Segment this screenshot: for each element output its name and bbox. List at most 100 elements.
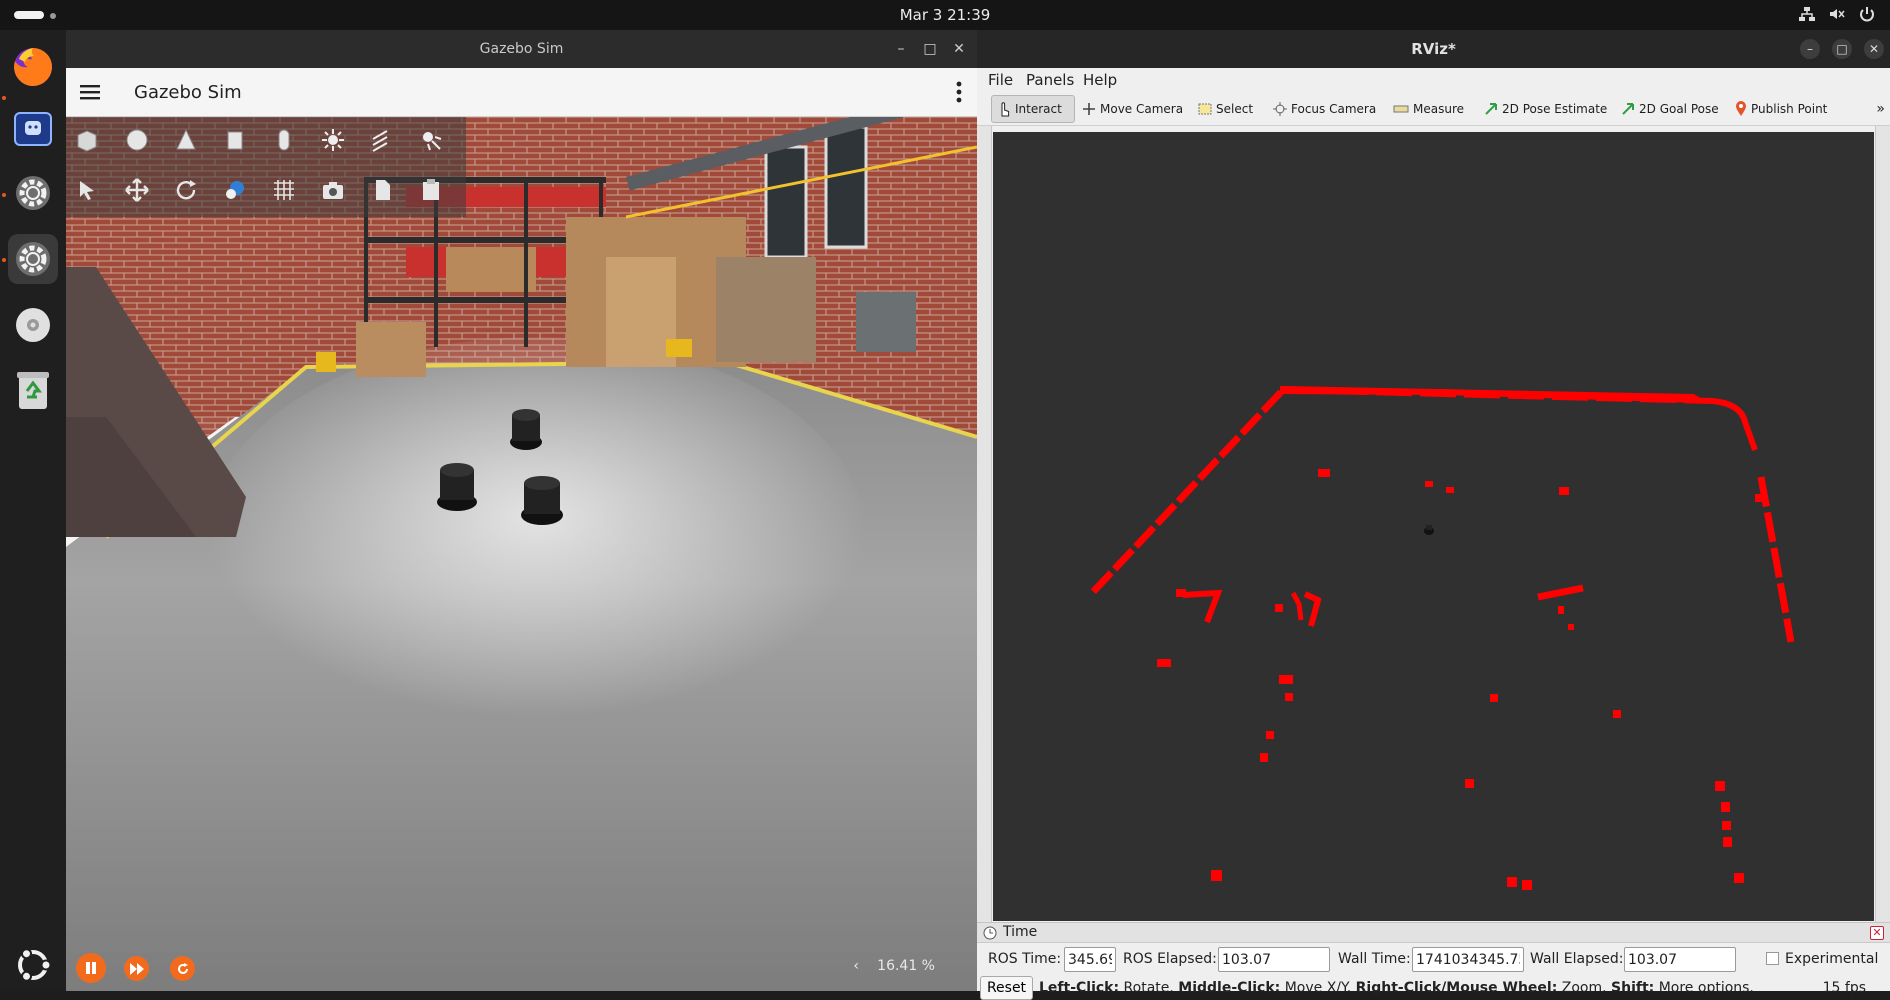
hint-text: Move X/Y. — [1280, 980, 1356, 996]
tool-2d-pose-estimate[interactable]: 2D Pose Estimate — [1479, 95, 1612, 123]
sphere-shape-button[interactable] — [120, 123, 154, 157]
turtlebot-1[interactable] — [510, 409, 542, 450]
fps-counter: 15 fps — [1822, 980, 1866, 996]
wall-elapsed-field[interactable] — [1624, 947, 1736, 972]
trash-launcher[interactable] — [8, 366, 58, 416]
turtlebot-3[interactable] — [521, 476, 563, 525]
select-mode-button[interactable] — [70, 173, 104, 207]
minimize-button[interactable]: – — [1800, 39, 1820, 59]
reset-icon — [177, 962, 188, 974]
cone-shape-button[interactable] — [169, 123, 203, 157]
tool-label: Publish Point — [1751, 102, 1828, 116]
menu-file[interactable]: File — [988, 71, 1013, 89]
spot-light-button[interactable] — [414, 123, 448, 157]
reset-simulation-button[interactable] — [170, 956, 195, 981]
point-light-button[interactable] — [316, 123, 350, 157]
clock[interactable]: Mar 3 21:39 — [0, 0, 1890, 30]
transform-control-button[interactable] — [218, 173, 252, 207]
tool-select[interactable]: Select — [1193, 95, 1258, 123]
paste-button[interactable] — [414, 173, 448, 207]
close-button[interactable]: ✕ — [1864, 39, 1884, 59]
cone-icon — [176, 128, 196, 150]
ros-elapsed-field[interactable] — [1218, 947, 1330, 972]
rviz-menubar: File Panels Help — [977, 68, 1890, 92]
hint-key: Left-Click: — [1039, 980, 1120, 996]
gazebo-3d-scene[interactable]: ‹ 16.41 % — [66, 117, 977, 991]
select-box-icon — [1198, 103, 1212, 115]
status-bar-hint: Left-Click: Rotate. Middle-Click: Move X… — [1039, 980, 1754, 996]
left-dock-collapse-handle[interactable] — [977, 126, 992, 922]
rotate-mode-button[interactable] — [169, 173, 203, 207]
tool-publish-point[interactable]: Publish Point — [1730, 95, 1832, 123]
fast-forward-icon — [129, 962, 144, 975]
cylinder-icon — [227, 131, 243, 150]
rviz-window: RViz* – □ ✕ File Panels Help Interact Mo… — [977, 30, 1890, 1000]
step-forward-button[interactable] — [124, 956, 149, 981]
settings-launcher-2[interactable] — [8, 234, 58, 284]
tool-2d-goal-pose[interactable]: 2D Goal Pose — [1616, 95, 1724, 123]
power-icon[interactable] — [1858, 5, 1876, 23]
sound-muted-icon[interactable] — [1828, 5, 1846, 23]
transform-control-icon — [226, 181, 244, 199]
firefox-icon — [14, 47, 53, 86]
directional-light-button[interactable] — [365, 123, 399, 157]
capsule-shape-button[interactable] — [267, 123, 301, 157]
ros-time-field[interactable] — [1064, 947, 1116, 972]
wall-elapsed-label: Wall Elapsed: — [1530, 951, 1624, 967]
dock — [0, 30, 66, 991]
network-icon[interactable] — [1798, 5, 1816, 23]
cylinder-shape-button[interactable] — [218, 123, 252, 157]
tool-interact[interactable]: Interact — [991, 95, 1075, 123]
laser-scan-render — [1090, 385, 1795, 890]
right-dock-collapse-handle[interactable] — [1875, 126, 1890, 922]
kebab-menu-icon[interactable] — [955, 80, 963, 104]
wall-time-field[interactable] — [1412, 947, 1524, 972]
menu-panels[interactable]: Panels — [1026, 71, 1074, 89]
terminal-launcher[interactable] — [8, 104, 58, 154]
menu-help[interactable]: Help — [1083, 71, 1117, 89]
settings-launcher[interactable] — [8, 168, 58, 218]
maximize-button[interactable]: □ — [1832, 39, 1852, 59]
grid-snap-icon — [274, 180, 294, 200]
directional-light-icon — [372, 130, 388, 152]
maximize-button[interactable]: □ — [920, 39, 940, 59]
time-panel-header[interactable]: Time ✕ — [977, 923, 1890, 943]
translate-icon — [125, 178, 149, 202]
tool-measure[interactable]: Measure — [1388, 95, 1469, 123]
gear-icon — [16, 176, 50, 210]
toolbar-overflow-button[interactable]: » — [1871, 95, 1890, 123]
gazebo-window: Gazebo Sim – □ ✕ Gazebo Sim ‹ 16.41 % — [66, 30, 977, 991]
reset-button[interactable]: Reset — [980, 976, 1033, 1000]
firefox-launcher[interactable] — [8, 42, 58, 92]
hamburger-menu-icon[interactable] — [80, 82, 100, 102]
trash-icon — [17, 372, 49, 409]
stats-collapse-chevron[interactable]: ‹ — [853, 958, 859, 974]
screenshot-button[interactable] — [316, 173, 350, 207]
gazebo-titlebar[interactable]: Gazebo Sim – □ ✕ — [66, 30, 977, 68]
tool-focus-camera[interactable]: Focus Camera — [1268, 95, 1381, 123]
copy-button[interactable] — [365, 173, 399, 207]
grid-snap-button[interactable] — [267, 173, 301, 207]
show-apps-button[interactable] — [8, 940, 58, 990]
hint-text: Zoom. — [1557, 980, 1612, 996]
sphere-icon — [126, 129, 148, 151]
rviz-3d-view[interactable] — [993, 132, 1874, 921]
dvd-drive-launcher[interactable] — [8, 300, 58, 350]
translate-mode-button[interactable] — [120, 173, 154, 207]
point-light-icon — [322, 129, 344, 151]
pause-button[interactable] — [76, 953, 106, 983]
gazebo-playback-controls: ‹ 16.41 % — [66, 943, 977, 991]
close-button[interactable]: ✕ — [949, 39, 969, 59]
robot-model — [1424, 525, 1434, 535]
box-shape-button[interactable] — [70, 123, 104, 157]
time-panel-close-button[interactable]: ✕ — [1870, 926, 1884, 940]
goal-arrow-icon — [1622, 103, 1634, 115]
turtlebot-2[interactable] — [437, 463, 477, 511]
rviz-titlebar[interactable]: RViz* – □ ✕ — [977, 30, 1890, 68]
tool-move-camera[interactable]: Move Camera — [1077, 95, 1188, 123]
pose-arrow-icon — [1485, 103, 1497, 115]
tool-label: Focus Camera — [1291, 102, 1377, 116]
system-tray[interactable] — [1798, 5, 1876, 23]
minimize-button[interactable]: – — [891, 39, 911, 59]
experimental-checkbox[interactable] — [1766, 952, 1779, 965]
